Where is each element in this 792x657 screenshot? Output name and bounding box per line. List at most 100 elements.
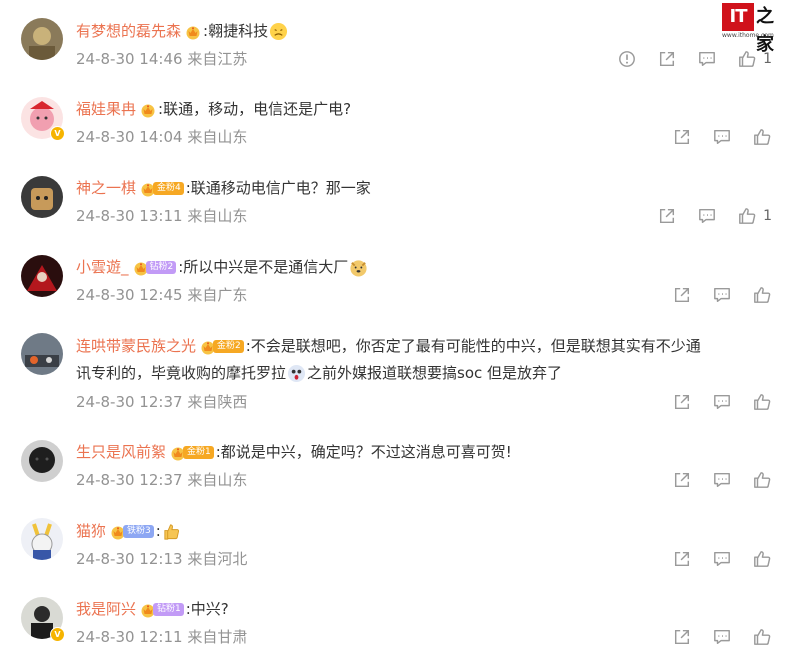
- fan-medal: 铁粉3: [110, 524, 154, 540]
- like-button[interactable]: [752, 285, 772, 305]
- avatar[interactable]: [21, 18, 63, 60]
- fan-level-badge: 金粉2: [213, 340, 244, 353]
- share-button[interactable]: [672, 549, 692, 569]
- like-button[interactable]: [752, 392, 772, 412]
- share-button[interactable]: [672, 627, 692, 647]
- reply-button[interactable]: [712, 627, 732, 647]
- comment-time: 24-8-30 12:13: [76, 550, 183, 568]
- like-button[interactable]: [737, 206, 757, 226]
- reply-button[interactable]: [712, 127, 732, 147]
- comment-location: 来自陕西: [187, 393, 248, 411]
- comment-actions: [652, 549, 772, 569]
- comment-time: 24-8-30 14:04: [76, 128, 183, 146]
- sweat-emoji-icon: [270, 22, 288, 41]
- like-count: 1: [763, 51, 772, 67]
- share-icon: [673, 393, 691, 411]
- reply-button[interactable]: [712, 549, 732, 569]
- share-button[interactable]: [672, 285, 692, 305]
- share-button[interactable]: [672, 470, 692, 490]
- avatar[interactable]: [21, 176, 63, 218]
- comment-icon: [713, 393, 731, 411]
- thumbs-up-emoji-icon: [164, 524, 179, 540]
- reply-button[interactable]: [697, 206, 717, 226]
- share-button[interactable]: [657, 206, 677, 226]
- avatar[interactable]: [21, 255, 63, 297]
- comment-location: 来自山东: [187, 471, 248, 489]
- comment-time: 24-8-30 12:45: [76, 286, 183, 304]
- comment-location: 来自广东: [187, 286, 248, 304]
- comment-time: 24-8-30 14:46: [76, 50, 183, 68]
- fan-level-badge: 钻粉2: [145, 261, 177, 274]
- share-icon: [673, 628, 691, 646]
- comment-actions: [652, 470, 772, 490]
- fan-level-badge: 金粉1: [183, 446, 214, 459]
- comment-location: 来自山东: [187, 128, 248, 146]
- username[interactable]: 生只是风前絮: [76, 443, 166, 461]
- comment-actions: [652, 627, 772, 647]
- comment-text: :都说是中兴，确定吗？不过这消息可喜可贺!: [215, 443, 512, 461]
- fan-medal: 金粉1: [170, 445, 214, 461]
- like-icon: [753, 550, 771, 568]
- username[interactable]: 连哄带蒙民族之光: [76, 337, 196, 355]
- reply-button[interactable]: [697, 49, 717, 69]
- comment-icon: [713, 628, 731, 646]
- username[interactable]: 神之一棋: [76, 179, 136, 197]
- comment-text: :联通移动电信广电？那一家: [185, 179, 371, 197]
- comment-location: 来自河北: [187, 550, 248, 568]
- fan-medal: [140, 102, 156, 118]
- comment-text: :翱捷科技: [203, 22, 269, 40]
- share-icon: [673, 286, 691, 304]
- share-button[interactable]: [672, 392, 692, 412]
- like-button[interactable]: [752, 627, 772, 647]
- like-button[interactable]: [752, 127, 772, 147]
- comment-text-cont2: 之前外媒报道联想要搞soc 但是放弃了: [307, 364, 563, 382]
- comment-actions: 1: [597, 49, 772, 69]
- share-icon: [658, 50, 676, 68]
- crown-icon: [185, 24, 201, 40]
- comment-location: 来自江苏: [187, 50, 248, 68]
- avatar[interactable]: [21, 440, 63, 482]
- share-icon: [673, 471, 691, 489]
- reply-button[interactable]: [712, 470, 732, 490]
- share-button[interactable]: [657, 49, 677, 69]
- fan-medal: 金粉4: [140, 181, 184, 197]
- comment-actions: 1: [637, 206, 772, 226]
- username[interactable]: 小雲遊_: [76, 258, 129, 276]
- report-icon: [618, 50, 636, 68]
- username[interactable]: 福娃果冉: [76, 100, 136, 118]
- doge-emoji-icon: [350, 260, 367, 277]
- like-button[interactable]: [737, 49, 757, 69]
- reply-button[interactable]: [712, 285, 732, 305]
- fan-level-badge: 金粉4: [153, 182, 184, 195]
- comment-time: 24-8-30 12:11: [76, 628, 183, 646]
- fan-level-badge: 铁粉3: [123, 525, 154, 538]
- shocked-emoji-icon: [287, 364, 306, 383]
- like-button[interactable]: [752, 549, 772, 569]
- fan-level-badge: 钻粉1: [153, 603, 184, 616]
- comment-icon: [698, 207, 716, 225]
- report-button[interactable]: [617, 49, 637, 69]
- comment-time: 24-8-30 12:37: [76, 393, 183, 411]
- fan-medal: [185, 24, 201, 40]
- comment-actions: [652, 392, 772, 412]
- crown-icon: [140, 102, 156, 118]
- comment-location: 来自山东: [187, 207, 248, 225]
- like-button[interactable]: [752, 470, 772, 490]
- comment-actions: [652, 127, 772, 147]
- like-icon: [753, 471, 771, 489]
- username[interactable]: 有梦想的磊先森: [76, 22, 181, 40]
- username[interactable]: 猫狝: [76, 522, 106, 540]
- share-button[interactable]: [672, 127, 692, 147]
- like-icon: [753, 128, 771, 146]
- comment-icon: [713, 286, 731, 304]
- comment-icon: [698, 50, 716, 68]
- username[interactable]: 我是阿兴: [76, 600, 136, 618]
- comment-location: 来自甘肃: [187, 628, 248, 646]
- fan-medal: 钻粉1: [140, 602, 184, 618]
- verified-badge: V: [50, 627, 65, 642]
- like-icon: [753, 393, 771, 411]
- avatar[interactable]: [21, 518, 63, 560]
- reply-button[interactable]: [712, 392, 732, 412]
- comment-icon: [713, 128, 731, 146]
- avatar[interactable]: [21, 333, 63, 375]
